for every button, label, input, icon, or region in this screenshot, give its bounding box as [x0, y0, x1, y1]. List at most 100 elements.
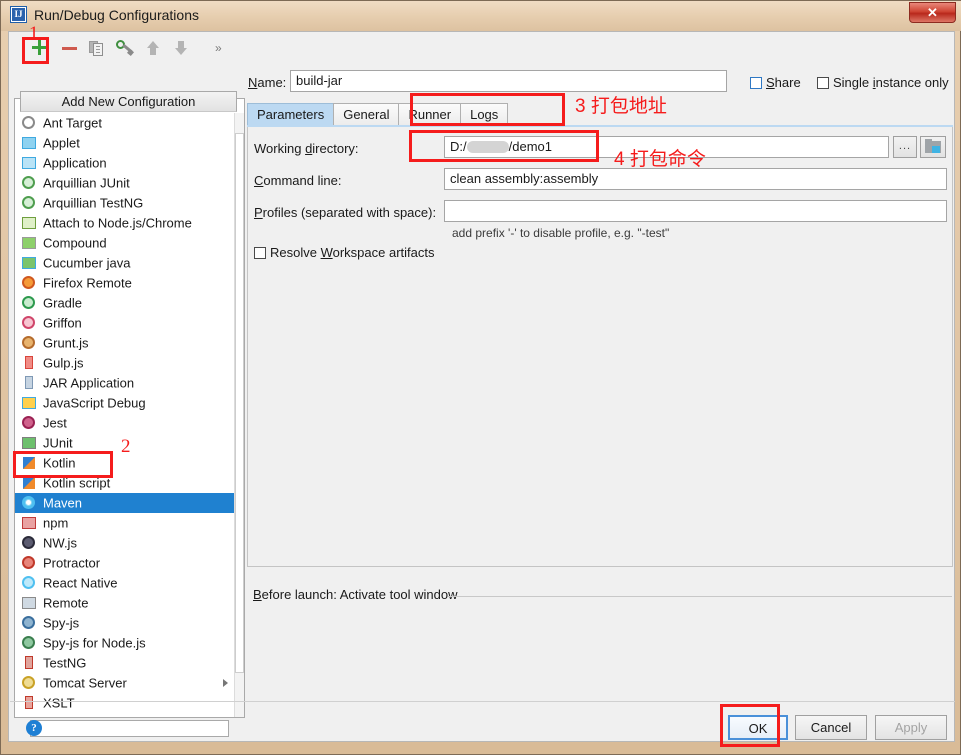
protractor-icon [21, 556, 37, 570]
share-label: Share [766, 75, 801, 90]
move-up-button[interactable] [143, 38, 163, 58]
share-checkbox-box[interactable] [750, 77, 762, 89]
config-list-item-label: 33 items more (irrelevant)... [43, 716, 202, 717]
config-list-item[interactable]: npm [15, 513, 244, 533]
cancel-button[interactable]: Cancel [795, 715, 867, 740]
config-list-item-label: Kotlin [43, 455, 76, 471]
config-list-item-label: XSLT [43, 695, 75, 711]
tab-parameters[interactable]: Parameters [247, 103, 335, 125]
config-list-item[interactable]: JavaScript Debug [15, 393, 244, 413]
resolve-workspace-checkbox-box[interactable] [254, 247, 266, 259]
config-list-item[interactable]: Firefox Remote [15, 273, 244, 293]
working-directory-browse-button[interactable]: ... [893, 136, 917, 158]
kotlin-icon [21, 476, 37, 490]
config-list-item[interactable]: NW.js [15, 533, 244, 553]
config-list-item[interactable]: Application [15, 153, 244, 173]
remove-configuration-button[interactable] [59, 38, 79, 58]
command-line-input[interactable]: clean assembly:assembly [444, 168, 947, 190]
config-list-item[interactable]: XSLT [15, 693, 244, 713]
configuration-list[interactable]: Ant Target Applet Application Arquillian JU… [15, 99, 244, 717]
config-list-item[interactable]: Gradle [15, 293, 244, 313]
config-list-item[interactable]: Grunt.js [15, 333, 244, 353]
working-directory-input[interactable]: D:/ /demo1 [444, 136, 889, 158]
config-list-item-label: Spy-js for Node.js [43, 635, 146, 651]
config-list-item[interactable]: 33 items more (irrelevant)... [15, 713, 244, 717]
move-down-button[interactable] [171, 38, 191, 58]
help-icon[interactable]: ? [26, 720, 42, 736]
tab-general[interactable]: General [333, 103, 400, 125]
tab-logs[interactable]: Logs [460, 103, 509, 125]
resolve-workspace-label: Resolve Workspace artifacts [270, 245, 435, 260]
config-list-item[interactable]: Compound [15, 233, 244, 253]
list-scrollbar[interactable] [234, 113, 244, 717]
application-icon [21, 156, 37, 170]
config-list-item[interactable]: Maven [15, 493, 244, 513]
folder-icon[interactable] [920, 136, 946, 158]
griffon-icon [21, 316, 37, 330]
config-list-item[interactable]: React Native [15, 573, 244, 593]
config-list-item[interactable]: Attach to Node.js/Chrome [15, 213, 244, 233]
gradle-icon [21, 296, 37, 310]
config-list-item-label: Firefox Remote [43, 275, 132, 291]
maven-icon [21, 496, 37, 510]
config-list-item[interactable]: JUnit [15, 433, 244, 453]
config-list-item-label: React Native [43, 575, 118, 591]
copy-configuration-button[interactable] [87, 38, 107, 58]
config-list-item[interactable]: Spy-js for Node.js [15, 633, 244, 653]
share-checkbox[interactable]: Share [750, 75, 801, 90]
parameters-panel: Working directory: D:/ /demo1 ... Command… [247, 127, 953, 567]
resolve-workspace-artifacts-checkbox[interactable]: Resolve Workspace artifacts [254, 245, 435, 260]
profiles-input[interactable] [444, 200, 947, 222]
more-options-icon[interactable]: » [215, 41, 222, 55]
config-list-item[interactable]: Remote [15, 593, 244, 613]
config-list-item[interactable]: Jest [15, 413, 244, 433]
config-list-item[interactable]: Arquillian TestNG [15, 193, 244, 213]
parameters-tab-bar[interactable]: Parameters General Runner Logs [247, 103, 953, 126]
config-list-item-label: Ant Target [43, 115, 103, 131]
config-list-item[interactable]: Cucumber java [15, 253, 244, 273]
applet-icon [21, 136, 37, 150]
config-list-item[interactable]: Kotlin [15, 453, 244, 473]
name-label: Name: [248, 75, 287, 90]
config-list-item[interactable]: Arquillian JUnit [15, 173, 244, 193]
spyjs-icon [21, 616, 37, 630]
config-list-item[interactable]: Spy-js [15, 613, 244, 633]
window-title: Run/Debug Configurations [34, 7, 199, 23]
config-list-item-label: Griffon [43, 315, 82, 331]
config-list-item[interactable]: Applet [15, 133, 244, 153]
edit-templates-button[interactable] [115, 38, 135, 58]
ok-button[interactable]: OK [728, 715, 788, 740]
react-icon [21, 576, 37, 590]
single-instance-checkbox[interactable]: Single instance only [817, 75, 949, 90]
config-list-item-label: Gulp.js [43, 355, 84, 371]
compound-icon [21, 236, 37, 250]
config-list-item-label: Application [43, 155, 107, 171]
single-instance-checkbox-box[interactable] [817, 77, 829, 89]
config-list-item-label: Grunt.js [43, 335, 89, 351]
list-scrollbar-thumb[interactable] [235, 133, 244, 673]
config-list-item[interactable]: Gulp.js [15, 353, 244, 373]
config-list-item[interactable]: Griffon [15, 313, 244, 333]
config-list-item-label: NW.js [43, 535, 77, 551]
config-list-item[interactable]: Tomcat Server [15, 673, 244, 693]
add-configuration-button[interactable] [29, 38, 49, 58]
name-input[interactable]: build-jar [290, 70, 727, 92]
gulp-icon [21, 356, 37, 370]
config-list-item[interactable]: Ant Target [15, 113, 244, 133]
arquillian-icon [21, 196, 37, 210]
config-list-item[interactable]: Kotlin script [15, 473, 244, 493]
config-list-item[interactable]: TestNG [15, 653, 244, 673]
submenu-arrow-icon[interactable] [223, 679, 228, 687]
config-list-item-label: Maven [43, 495, 83, 511]
apply-button[interactable]: Apply [875, 715, 947, 740]
run-debug-configurations-window: IJ Run/Debug Configurations ✕ » Name: bu [0, 0, 961, 755]
config-list-item[interactable]: Protractor [15, 553, 244, 573]
command-line-label: Command line: [254, 173, 342, 188]
configuration-filter-input[interactable] [30, 720, 229, 737]
config-list-item[interactable]: JAR Application [15, 373, 244, 393]
redacted-path-segment [466, 141, 509, 153]
before-launch-label[interactable]: Before launch: Activate tool window [253, 587, 458, 602]
configuration-list-panel[interactable]: Ant Target Applet Application Arquillian JU… [14, 98, 245, 718]
tab-runner[interactable]: Runner [398, 103, 462, 125]
close-icon[interactable]: ✕ [909, 2, 956, 23]
